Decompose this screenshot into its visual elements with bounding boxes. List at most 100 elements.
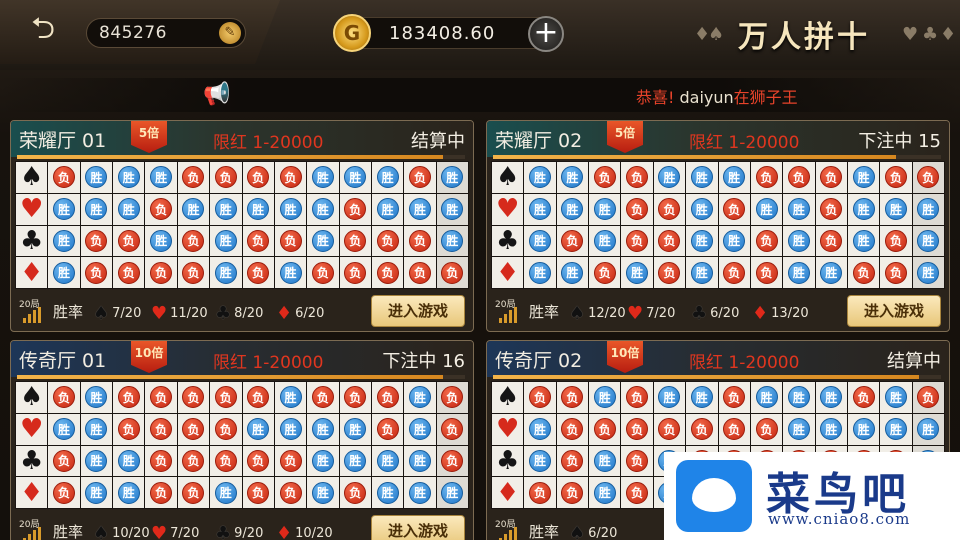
result-cell: 胜 [556, 162, 589, 193]
result-cell: 胜 [80, 193, 113, 225]
result-cell: 负 [210, 413, 242, 445]
add-coins-button[interactable]: + [528, 16, 564, 52]
win-chip: 胜 [408, 449, 431, 472]
lose-chip: 负 [214, 418, 237, 441]
result-cell: 胜 [339, 413, 371, 445]
countdown-progress [17, 155, 465, 159]
lose-chip: 负 [214, 386, 237, 409]
top-bar: ⮌ 845276 ✎ G 183408.60 + ♦ ♠ 万人拼十 ♥ ♣ ♦ [0, 0, 960, 70]
pencil-icon[interactable]: ✎ [219, 22, 241, 44]
diamond-win-rate: ♦ 6/20 [276, 303, 324, 324]
win-chip: 胜 [408, 418, 431, 441]
diamond-win-rate: ♦ 10/20 [276, 523, 333, 540]
bird-logo-icon [676, 460, 752, 532]
win-chip: 胜 [593, 481, 616, 504]
coin-balance-box: G 183408.60 [333, 14, 560, 52]
win-chip: 胜 [311, 449, 334, 472]
bar-chart-icon: 20局 [19, 297, 49, 325]
result-cell: 负 [556, 382, 589, 413]
result-cell: 胜 [686, 257, 718, 288]
result-cell: 胜 [589, 193, 621, 225]
game-lobby: ⮌ 845276 ✎ G 183408.60 + ♦ ♠ 万人拼十 ♥ ♣ ♦ … [0, 0, 960, 540]
room-card[interactable]: 荣耀厅 02 5倍 限红 1-20000 下注中 15 ♠ 胜胜负负胜胜胜负负负胜… [486, 120, 950, 332]
result-cell: 负 [274, 477, 307, 508]
lose-chip: 负 [182, 481, 205, 504]
result-cell: 胜 [48, 413, 80, 445]
result-cell: 负 [177, 162, 210, 193]
result-cell: 负 [177, 477, 210, 508]
win-chip: 胜 [85, 449, 108, 472]
result-cell: 负 [242, 257, 274, 288]
result-cell: 负 [589, 413, 621, 445]
room-card[interactable]: 传奇厅 01 10倍 限红 1-20000 下注中 16 ♠ 负胜负负负负负胜负负… [10, 340, 474, 540]
lose-chip: 负 [182, 449, 205, 472]
win-chip: 胜 [117, 166, 140, 189]
lose-chip: 负 [214, 449, 237, 472]
spade-rate-value: 10/20 [112, 526, 150, 540]
result-cell: 负 [718, 257, 750, 288]
result-cell: 负 [847, 382, 880, 413]
coin-balance: 183408.60 [389, 23, 496, 44]
win-chip: 胜 [787, 261, 810, 284]
result-cell: 胜 [653, 382, 686, 413]
result-cell: 负 [847, 257, 880, 288]
result-cell: 负 [48, 477, 80, 508]
lose-chip: 负 [150, 418, 173, 441]
result-cell: 负 [653, 193, 686, 225]
club-suit-icon: ♣ [16, 445, 48, 477]
result-cell: 胜 [436, 193, 468, 225]
win-chip: 胜 [279, 418, 302, 441]
countdown-progress [493, 375, 941, 379]
win-chip: 胜 [311, 229, 334, 252]
lose-chip: 负 [408, 229, 431, 252]
result-cell: 负 [113, 257, 145, 288]
result-cell: 负 [718, 193, 750, 225]
room-card[interactable]: 荣耀厅 01 5倍 限红 1-20000 结算中 ♠ 负胜胜胜负负负负胜胜胜负胜 ♥… [10, 120, 474, 332]
win-chip: 胜 [117, 449, 140, 472]
megaphone-icon: 📢 [203, 82, 231, 107]
heart-suit-icon: ♥ [902, 24, 919, 45]
result-cell: 胜 [524, 225, 556, 257]
enter-game-button[interactable]: 进入游戏 [371, 515, 465, 540]
lose-chip: 负 [311, 261, 334, 284]
heart-rate-value: 11/20 [170, 306, 208, 321]
win-chip: 胜 [408, 481, 431, 504]
lose-chip: 负 [561, 449, 584, 472]
result-cell: 胜 [274, 257, 307, 288]
result-cell: 负 [436, 257, 468, 288]
lose-chip: 负 [53, 449, 76, 472]
win-chip: 胜 [852, 229, 875, 252]
club-suit-icon: ♣ [215, 303, 232, 324]
win-chip: 胜 [690, 386, 713, 409]
win-chip: 胜 [214, 261, 237, 284]
win-chip: 胜 [529, 449, 552, 472]
result-cell: 负 [371, 413, 404, 445]
result-cell: 胜 [274, 193, 307, 225]
enter-game-button[interactable]: 进入游戏 [371, 295, 465, 327]
spade-suit-icon: ♠ [16, 162, 48, 193]
result-cell: 负 [750, 162, 783, 193]
win-chip: 胜 [344, 449, 367, 472]
result-cell: 负 [242, 382, 274, 413]
back-button[interactable]: ⮌ [18, 12, 68, 46]
lose-chip: 负 [626, 166, 649, 189]
result-cell: 胜 [783, 225, 815, 257]
result-cell: 负 [80, 225, 113, 257]
result-cell: 胜 [80, 382, 113, 413]
lose-chip: 负 [820, 229, 843, 252]
win-chip: 胜 [561, 198, 584, 221]
win-chip: 胜 [658, 166, 681, 189]
win-chip: 胜 [53, 229, 76, 252]
result-cell: 负 [880, 257, 912, 288]
result-cell: 负 [371, 382, 404, 413]
result-cell: 负 [621, 193, 653, 225]
lose-chip: 负 [820, 166, 843, 189]
result-cell: 负 [145, 477, 177, 508]
diamond-suit-icon: ♦ [940, 24, 957, 45]
lose-chip: 负 [593, 418, 616, 441]
notice-user: daiyun [679, 88, 734, 107]
lose-chip: 负 [593, 261, 616, 284]
result-cell: 负 [718, 413, 750, 445]
lose-chip: 负 [755, 229, 778, 252]
enter-game-button[interactable]: 进入游戏 [847, 295, 941, 327]
